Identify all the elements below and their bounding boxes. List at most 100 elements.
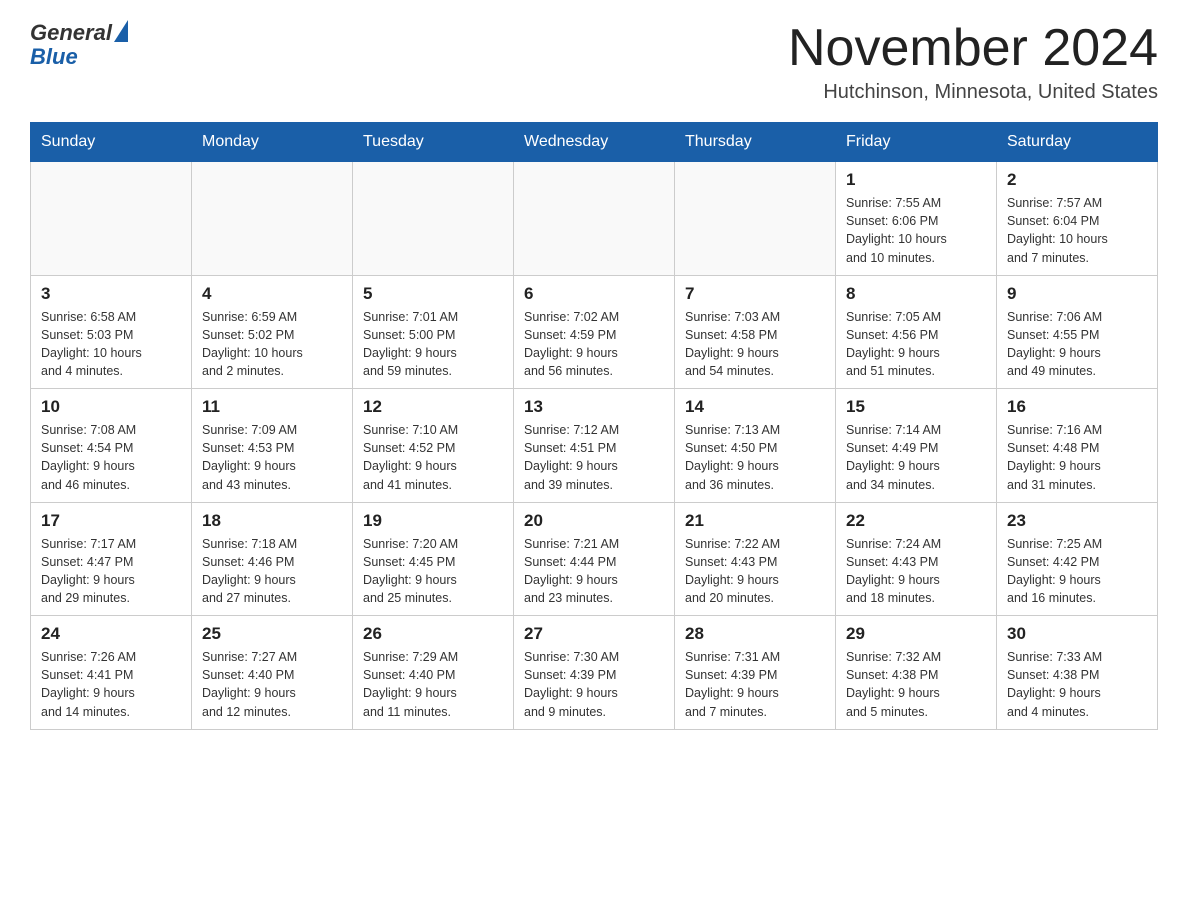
day-number: 26 bbox=[363, 624, 503, 644]
day-number: 30 bbox=[1007, 624, 1147, 644]
day-of-week-header: Tuesday bbox=[353, 123, 514, 162]
day-of-week-header: Saturday bbox=[997, 123, 1158, 162]
day-of-week-header: Wednesday bbox=[514, 123, 675, 162]
day-info: Sunrise: 7:33 AM Sunset: 4:38 PM Dayligh… bbox=[1007, 648, 1147, 721]
day-info: Sunrise: 7:24 AM Sunset: 4:43 PM Dayligh… bbox=[846, 535, 986, 608]
calendar-cell: 20 Sunrise: 7:21 AM Sunset: 4:44 PM Dayli… bbox=[514, 502, 675, 616]
calendar-cell: 10Sunrise: 7:08 AM Sunset: 4:54 PM Dayli… bbox=[31, 389, 192, 503]
day-of-week-header: Monday bbox=[192, 123, 353, 162]
calendar-cell: 15Sunrise: 7:14 AM Sunset: 4:49 PM Dayli… bbox=[836, 389, 997, 503]
day-number: 11 bbox=[202, 397, 342, 417]
calendar-cell: 28 Sunrise: 7:31 AM Sunset: 4:39 PM Dayli… bbox=[675, 616, 836, 730]
day-number: 29 bbox=[846, 624, 986, 644]
calendar-table: SundayMondayTuesdayWednesdayThursdayFrid… bbox=[30, 122, 1158, 730]
day-info: Sunrise: 6:58 AM Sunset: 5:03 PM Dayligh… bbox=[41, 308, 181, 381]
day-number: 27 bbox=[524, 624, 664, 644]
day-info: Sunrise: 7:31 AM Sunset: 4:39 PM Dayligh… bbox=[685, 648, 825, 721]
calendar-title: November 2024 bbox=[788, 20, 1158, 77]
calendar-cell: 30 Sunrise: 7:33 AM Sunset: 4:38 PM Dayli… bbox=[997, 616, 1158, 730]
day-info: Sunrise: 7:26 AM Sunset: 4:41 PM Dayligh… bbox=[41, 648, 181, 721]
header-row: SundayMondayTuesdayWednesdayThursdayFrid… bbox=[31, 123, 1158, 162]
day-number: 5 bbox=[363, 284, 503, 304]
day-number: 14 bbox=[685, 397, 825, 417]
day-number: 1 bbox=[846, 170, 986, 190]
day-info: Sunrise: 7:55 AM Sunset: 6:06 PM Dayligh… bbox=[846, 194, 986, 267]
calendar-cell: 27Sunrise: 7:30 AM Sunset: 4:39 PM Dayli… bbox=[514, 616, 675, 730]
calendar-cell: 26 Sunrise: 7:29 AM Sunset: 4:40 PM Dayli… bbox=[353, 616, 514, 730]
calendar-cell: 12Sunrise: 7:10 AM Sunset: 4:52 PM Dayli… bbox=[353, 389, 514, 503]
day-number: 13 bbox=[524, 397, 664, 417]
day-info: Sunrise: 7:16 AM Sunset: 4:48 PM Dayligh… bbox=[1007, 421, 1147, 494]
day-number: 2 bbox=[1007, 170, 1147, 190]
calendar-cell bbox=[675, 162, 836, 276]
calendar-week-row: 10Sunrise: 7:08 AM Sunset: 4:54 PM Dayli… bbox=[31, 389, 1158, 503]
calendar-cell: 1 Sunrise: 7:55 AM Sunset: 6:06 PM Daylig… bbox=[836, 162, 997, 276]
day-info: Sunrise: 7:57 AM Sunset: 6:04 PM Dayligh… bbox=[1007, 194, 1147, 267]
day-info: Sunrise: 7:25 AM Sunset: 4:42 PM Dayligh… bbox=[1007, 535, 1147, 608]
calendar-cell: 7Sunrise: 7:03 AM Sunset: 4:58 PM Daylig… bbox=[675, 275, 836, 389]
day-info: Sunrise: 6:59 AM Sunset: 5:02 PM Dayligh… bbox=[202, 308, 342, 381]
day-info: Sunrise: 7:13 AM Sunset: 4:50 PM Dayligh… bbox=[685, 421, 825, 494]
day-of-week-header: Sunday bbox=[31, 123, 192, 162]
day-number: 4 bbox=[202, 284, 342, 304]
logo-blue-text: Blue bbox=[30, 44, 128, 70]
day-info: Sunrise: 7:17 AM Sunset: 4:47 PM Dayligh… bbox=[41, 535, 181, 608]
calendar-cell: 13Sunrise: 7:12 AM Sunset: 4:51 PM Dayli… bbox=[514, 389, 675, 503]
header: General Blue November 2024 Hutchinson, M… bbox=[30, 20, 1158, 104]
calendar-cell bbox=[31, 162, 192, 276]
day-info: Sunrise: 7:09 AM Sunset: 4:53 PM Dayligh… bbox=[202, 421, 342, 494]
day-info: Sunrise: 7:21 AM Sunset: 4:44 PM Dayligh… bbox=[524, 535, 664, 608]
calendar-cell: 21 Sunrise: 7:22 AM Sunset: 4:43 PM Dayli… bbox=[675, 502, 836, 616]
calendar-cell: 9Sunrise: 7:06 AM Sunset: 4:55 PM Daylig… bbox=[997, 275, 1158, 389]
day-info: Sunrise: 7:22 AM Sunset: 4:43 PM Dayligh… bbox=[685, 535, 825, 608]
day-info: Sunrise: 7:32 AM Sunset: 4:38 PM Dayligh… bbox=[846, 648, 986, 721]
day-number: 23 bbox=[1007, 511, 1147, 531]
day-info: Sunrise: 7:29 AM Sunset: 4:40 PM Dayligh… bbox=[363, 648, 503, 721]
day-number: 9 bbox=[1007, 284, 1147, 304]
title-area: November 2024 Hutchinson, Minnesota, Uni… bbox=[788, 20, 1158, 104]
calendar-week-row: 17 Sunrise: 7:17 AM Sunset: 4:47 PM Dayli… bbox=[31, 502, 1158, 616]
calendar-cell: 19Sunrise: 7:20 AM Sunset: 4:45 PM Dayli… bbox=[353, 502, 514, 616]
day-number: 3 bbox=[41, 284, 181, 304]
day-number: 28 bbox=[685, 624, 825, 644]
calendar-cell: 4 Sunrise: 6:59 AM Sunset: 5:02 PM Daylig… bbox=[192, 275, 353, 389]
day-number: 22 bbox=[846, 511, 986, 531]
day-number: 21 bbox=[685, 511, 825, 531]
calendar-cell: 29 Sunrise: 7:32 AM Sunset: 4:38 PM Dayli… bbox=[836, 616, 997, 730]
day-info: Sunrise: 7:02 AM Sunset: 4:59 PM Dayligh… bbox=[524, 308, 664, 381]
day-info: Sunrise: 7:14 AM Sunset: 4:49 PM Dayligh… bbox=[846, 421, 986, 494]
calendar-cell: 17 Sunrise: 7:17 AM Sunset: 4:47 PM Dayli… bbox=[31, 502, 192, 616]
day-number: 6 bbox=[524, 284, 664, 304]
day-number: 20 bbox=[524, 511, 664, 531]
calendar-cell: 25 Sunrise: 7:27 AM Sunset: 4:40 PM Dayli… bbox=[192, 616, 353, 730]
calendar-cell: 14 Sunrise: 7:13 AM Sunset: 4:50 PM Dayli… bbox=[675, 389, 836, 503]
calendar-cell bbox=[514, 162, 675, 276]
calendar-cell bbox=[192, 162, 353, 276]
day-number: 24 bbox=[41, 624, 181, 644]
day-number: 25 bbox=[202, 624, 342, 644]
calendar-week-row: 24 Sunrise: 7:26 AM Sunset: 4:41 PM Dayli… bbox=[31, 616, 1158, 730]
calendar-cell: 2 Sunrise: 7:57 AM Sunset: 6:04 PM Daylig… bbox=[997, 162, 1158, 276]
day-of-week-header: Friday bbox=[836, 123, 997, 162]
calendar-cell: 16 Sunrise: 7:16 AM Sunset: 4:48 PM Dayli… bbox=[997, 389, 1158, 503]
day-number: 16 bbox=[1007, 397, 1147, 417]
calendar-cell: 11 Sunrise: 7:09 AM Sunset: 4:53 PM Dayli… bbox=[192, 389, 353, 503]
day-number: 19 bbox=[363, 511, 503, 531]
calendar-cell: 6 Sunrise: 7:02 AM Sunset: 4:59 PM Daylig… bbox=[514, 275, 675, 389]
calendar-cell: 23 Sunrise: 7:25 AM Sunset: 4:42 PM Dayli… bbox=[997, 502, 1158, 616]
day-of-week-header: Thursday bbox=[675, 123, 836, 162]
day-number: 12 bbox=[363, 397, 503, 417]
calendar-cell: 5Sunrise: 7:01 AM Sunset: 5:00 PM Daylig… bbox=[353, 275, 514, 389]
calendar-cell: 24 Sunrise: 7:26 AM Sunset: 4:41 PM Dayli… bbox=[31, 616, 192, 730]
day-info: Sunrise: 7:27 AM Sunset: 4:40 PM Dayligh… bbox=[202, 648, 342, 721]
day-info: Sunrise: 7:05 AM Sunset: 4:56 PM Dayligh… bbox=[846, 308, 986, 381]
calendar-cell: 18Sunrise: 7:18 AM Sunset: 4:46 PM Dayli… bbox=[192, 502, 353, 616]
day-info: Sunrise: 7:08 AM Sunset: 4:54 PM Dayligh… bbox=[41, 421, 181, 494]
calendar-week-row: 1 Sunrise: 7:55 AM Sunset: 6:06 PM Daylig… bbox=[31, 162, 1158, 276]
logo-general-text: General bbox=[30, 20, 112, 46]
day-number: 17 bbox=[41, 511, 181, 531]
day-number: 8 bbox=[846, 284, 986, 304]
day-number: 18 bbox=[202, 511, 342, 531]
calendar-cell: 8 Sunrise: 7:05 AM Sunset: 4:56 PM Daylig… bbox=[836, 275, 997, 389]
calendar-cell bbox=[353, 162, 514, 276]
